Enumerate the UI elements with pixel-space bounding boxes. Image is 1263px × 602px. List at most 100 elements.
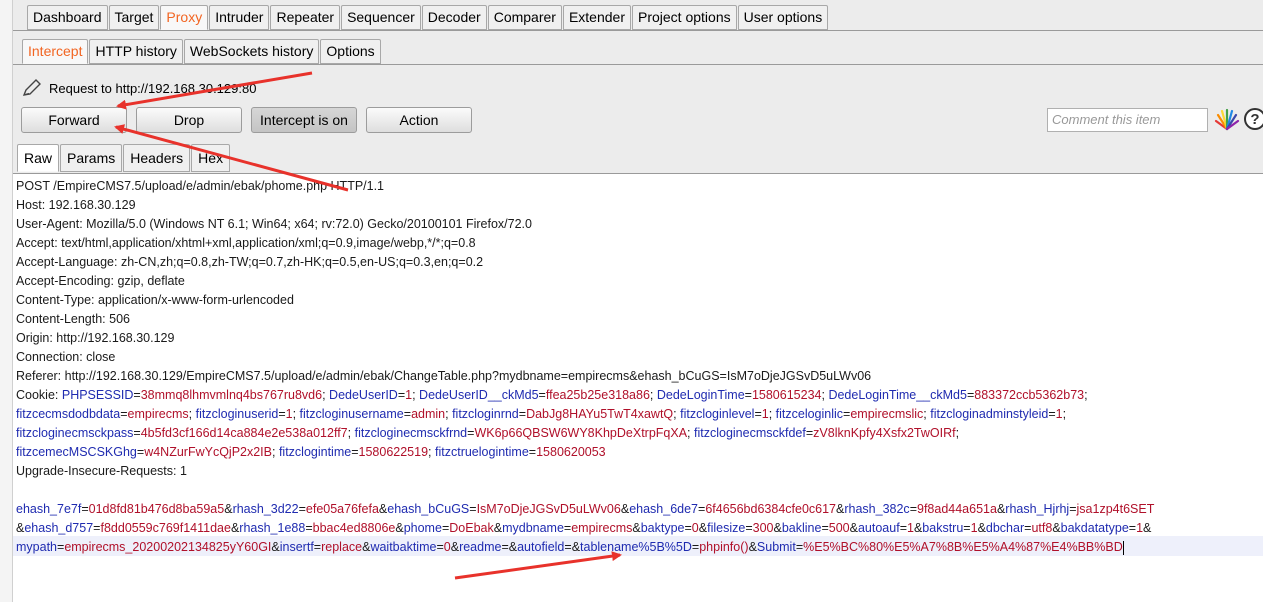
- equals-sign: =: [963, 521, 971, 535]
- cookie-value: 38mmq8lhmvmlnq4bs767ru8vd6: [140, 388, 323, 402]
- equals-sign: =: [754, 407, 762, 421]
- cookie-name: fitzcloginuserid: [195, 407, 279, 421]
- body-line: & ehash_d757 = f8dd0559c769f1411dae & rhash_1…: [16, 519, 1151, 538]
- cookie-value: 1580615234: [751, 388, 822, 402]
- pencil-icon: [22, 79, 41, 96]
- header-text: Content-Length: 506: [16, 312, 130, 326]
- equals-sign: =: [133, 426, 141, 440]
- header-text: User-Agent: Mozilla/5.0 (Windows NT 6.1;…: [16, 217, 532, 231]
- tab-decoder[interactable]: Decoder: [421, 5, 487, 30]
- tab-intercept[interactable]: Intercept: [22, 39, 89, 64]
- body-line: ehash_7e7f=01d8fd81b476d8ba59a5&rhash_3d…: [16, 500, 1154, 519]
- cookie-name: fitzctruelogintime: [435, 445, 529, 459]
- body-param-value: utf8: [1031, 521, 1053, 535]
- left-window-edge: [0, 0, 13, 602]
- equals-sign: =: [744, 388, 752, 402]
- ampersand: &: [849, 521, 858, 535]
- header-text: Referer: http://192.168.30.129/EmpireCMS…: [16, 369, 872, 383]
- tab-intruder[interactable]: Intruder: [209, 5, 270, 30]
- action-button[interactable]: Action: [366, 107, 472, 133]
- comment-field[interactable]: Comment this item: [1047, 108, 1208, 132]
- body-param-name: bakstru: [922, 521, 964, 535]
- tab-options[interactable]: Options: [320, 39, 381, 64]
- separator: ;: [687, 426, 694, 440]
- cookie-value: 1580620053: [536, 445, 606, 459]
- body-param-name: autoauf: [857, 521, 900, 535]
- equals-sign: =: [1128, 521, 1137, 535]
- request-editor[interactable]: POST /EmpireCMS7.5/upload/e/admin/ebak/p…: [13, 173, 1263, 602]
- cookie-value: 1580622519: [358, 445, 429, 459]
- tab-project-options[interactable]: Project options: [632, 5, 737, 30]
- tab-proxy[interactable]: Proxy: [160, 5, 209, 30]
- separator: ;: [1062, 407, 1067, 421]
- header-line: Host: 192.168.30.129: [16, 196, 136, 215]
- tab-http-history[interactable]: HTTP history: [89, 39, 183, 64]
- header-line: Accept-Language: zh-CN,zh;q=0.8,zh-TW;q=…: [16, 253, 483, 272]
- body-param-name: rhash_Hjrhj: [1005, 502, 1070, 516]
- cookie-line: fitzcloginecmsckpass=4b5fd3cf166d14ca884…: [16, 424, 959, 443]
- body-param-name: phome: [403, 521, 442, 535]
- body-param-name: bakline: [781, 521, 822, 535]
- equals-sign: =: [528, 445, 537, 459]
- body-param-name: dbchar: [985, 521, 1025, 535]
- header-line: Content-Type: application/x-www-form-url…: [16, 291, 294, 310]
- body-param-value: bbac4ed8806e: [312, 521, 396, 535]
- body-param-value: 9f8ad44a651a: [917, 502, 997, 516]
- tab-extender[interactable]: Extender: [562, 5, 631, 30]
- cookie-name: PHPSESSID: [61, 388, 134, 402]
- cookie-value: admin: [411, 407, 446, 421]
- tab-params[interactable]: Params: [60, 144, 123, 172]
- header-text: Accept: text/html,application/xhtml+xml,…: [16, 236, 476, 250]
- body-param-value: jsa1zp4t6SET: [1076, 502, 1155, 516]
- equals-sign: =: [313, 540, 322, 554]
- cookie-name: DedeUserID__ckMd5: [419, 388, 539, 402]
- cookie-value: empirecmslic: [850, 407, 924, 421]
- tab-repeater[interactable]: Repeater: [270, 5, 341, 30]
- cookie-value: w4NZurFwYcQjP2x2IB: [144, 445, 272, 459]
- header-text: Accept-Language: zh-CN,zh;q=0.8,zh-TW;q=…: [16, 255, 484, 269]
- body-param-name: waitbaktime: [370, 540, 437, 554]
- ampersand: &: [977, 521, 986, 535]
- cookie-name: fitzclogintime: [278, 445, 352, 459]
- body-param-value: DoEbak: [449, 521, 494, 535]
- help-icon[interactable]: ?: [1244, 108, 1263, 130]
- intercept-toggle-button[interactable]: Intercept is on: [251, 107, 357, 133]
- request-line: POST /EmpireCMS7.5/upload/e/admin/ebak/p…: [16, 177, 384, 196]
- text-cursor: [1122, 540, 1124, 555]
- body-param-value: phpinfo(): [699, 540, 749, 554]
- forward-button[interactable]: Forward: [21, 107, 127, 133]
- tab-comparer[interactable]: Comparer: [487, 5, 562, 30]
- tab-dashboard[interactable]: Dashboard: [27, 5, 108, 30]
- tab-user-options[interactable]: User options: [737, 5, 829, 30]
- tab-target[interactable]: Target: [108, 5, 160, 30]
- tab-raw[interactable]: Raw: [17, 144, 60, 172]
- tab-hex[interactable]: Hex: [191, 144, 231, 172]
- header-line: User-Agent: Mozilla/5.0 (Windows NT 6.1;…: [16, 215, 532, 234]
- tab-headers[interactable]: Headers: [123, 144, 191, 172]
- body-param-value: 500: [828, 521, 850, 535]
- separator: ;: [272, 445, 279, 459]
- header-line: Referer: http://192.168.30.129/EmpireCMS…: [16, 367, 871, 386]
- header-text: Host: 192.168.30.129: [16, 198, 136, 212]
- body-param-value: 0: [443, 540, 451, 554]
- cookie-name: fitzcecmsdodbdata: [16, 407, 121, 421]
- separator: ;: [292, 407, 300, 421]
- body-param-name: autofield: [517, 540, 565, 554]
- header-line: Connection: close: [16, 348, 115, 367]
- separator: ;: [412, 388, 420, 402]
- header-line: Origin: http://192.168.30.129: [16, 329, 174, 348]
- equals-sign: =: [133, 388, 141, 402]
- tab-sequencer[interactable]: Sequencer: [341, 5, 421, 30]
- equals-sign: =: [298, 502, 306, 516]
- separator: ;: [347, 426, 355, 440]
- equals-sign: =: [1048, 407, 1056, 421]
- tab-websockets-history[interactable]: WebSockets history: [183, 39, 320, 64]
- separator: ;: [428, 445, 435, 459]
- drop-button[interactable]: Drop: [136, 107, 242, 133]
- body-param-name: mypath: [16, 540, 57, 554]
- cookie-value: 4b5fd3cf166d14ca884e2e538a012ff7: [140, 426, 348, 440]
- ampersand: &: [493, 521, 503, 535]
- highlight-color-icon[interactable]: [1214, 108, 1240, 132]
- separator: ;: [649, 388, 657, 402]
- body-param-name: Submit: [756, 540, 796, 554]
